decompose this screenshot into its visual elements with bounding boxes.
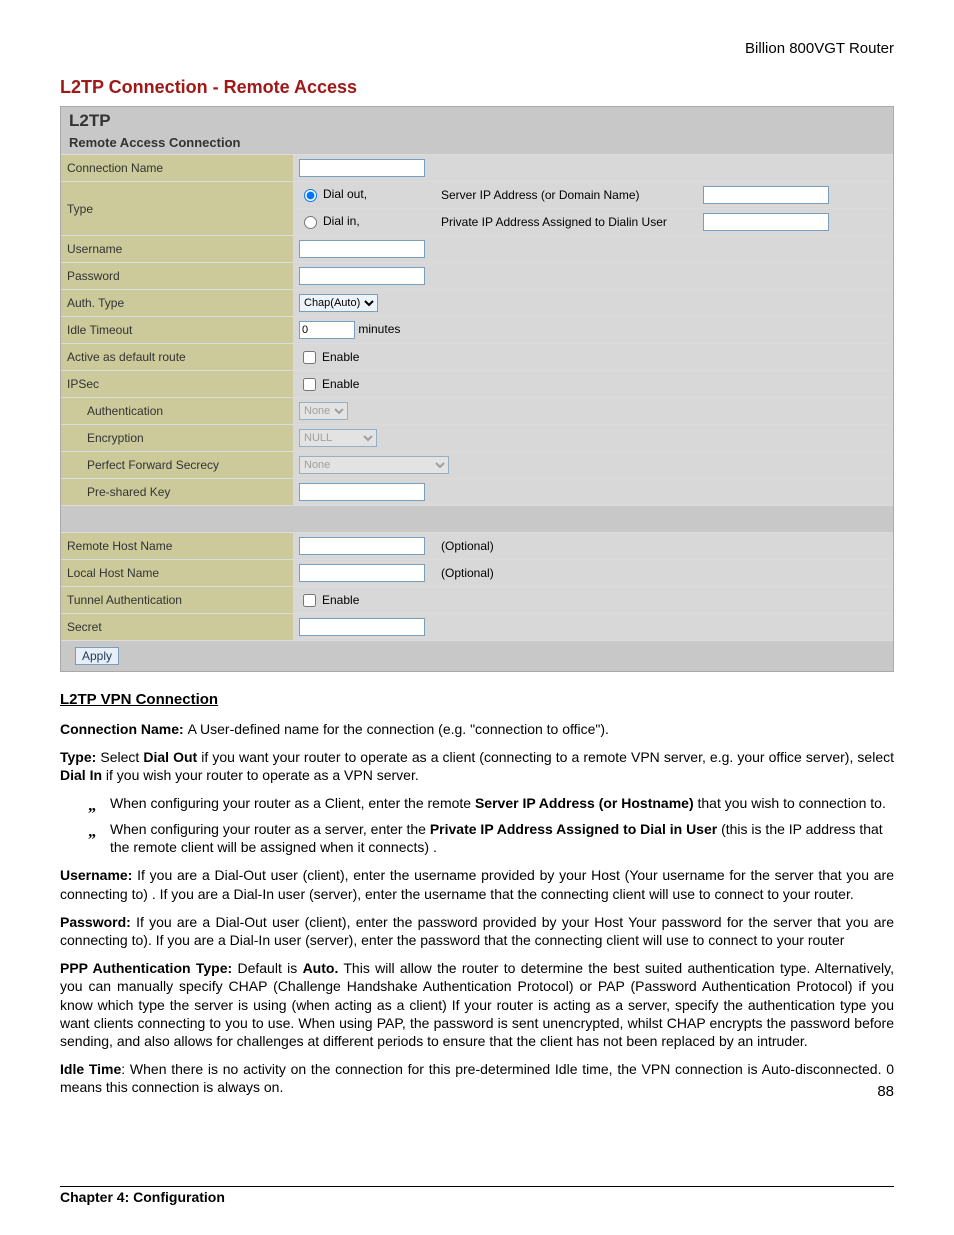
doc-username: Username: If you are a Dial-Out user (cl… <box>60 866 894 902</box>
label-tunnel-auth: Tunnel Authentication <box>61 587 293 614</box>
label-type: Type <box>61 182 293 236</box>
local-host-optional: (Optional) <box>435 560 893 587</box>
doc-ppp-auth: PPP Authentication Type: Default is Auto… <box>60 959 894 1050</box>
config-table: Connection Name Type Dial out, Server IP… <box>61 154 893 671</box>
page-title: L2TP Connection - Remote Access <box>60 77 894 98</box>
minutes-label: minutes <box>358 322 400 336</box>
idle-timeout-input[interactable] <box>299 321 355 339</box>
local-host-input[interactable] <box>299 564 425 582</box>
label-idle-timeout: Idle Timeout <box>61 317 293 344</box>
label-auth-type: Auth. Type <box>61 290 293 317</box>
secret-input[interactable] <box>299 618 425 636</box>
dial-in-radio[interactable]: Dial in, <box>299 213 360 229</box>
remote-host-input[interactable] <box>299 537 425 555</box>
doc-section: L2TP VPN Connection Connection Name: A U… <box>60 690 894 1097</box>
pfs-select: None <box>299 456 449 474</box>
authentication-select: None <box>299 402 348 420</box>
server-ip-input[interactable] <box>703 186 829 204</box>
private-ip-input[interactable] <box>703 213 829 231</box>
label-connection-name: Connection Name <box>61 155 293 182</box>
dial-out-desc: Server IP Address (or Domain Name) <box>435 182 697 209</box>
label-authentication: Authentication <box>61 398 293 425</box>
connection-name-input[interactable] <box>299 159 425 177</box>
l2tp-panel: L2TP Remote Access Connection Connection… <box>60 106 894 672</box>
doc-type: Type: Select Dial Out if you want your r… <box>60 748 894 784</box>
tunnel-auth-checkbox[interactable]: Enable <box>299 591 359 610</box>
encryption-select: NULL <box>299 429 377 447</box>
product-header: Billion 800VGT Router <box>60 40 894 57</box>
doc-password: Password: If you are a Dial-Out user (cl… <box>60 913 894 949</box>
label-username: Username <box>61 236 293 263</box>
dial-in-desc: Private IP Address Assigned to Dialin Us… <box>435 209 697 236</box>
password-input[interactable] <box>299 267 425 285</box>
dial-out-radio[interactable]: Dial out, <box>299 186 367 202</box>
page-footer: Chapter 4: Configuration <box>60 1186 894 1205</box>
psk-input[interactable] <box>299 483 425 501</box>
label-remote-host: Remote Host Name <box>61 533 293 560</box>
label-encryption: Encryption <box>61 425 293 452</box>
panel-subtitle: Remote Access Connection <box>61 133 893 154</box>
label-ipsec: IPSec <box>61 371 293 398</box>
label-password: Password <box>61 263 293 290</box>
doc-section-head: L2TP VPN Connection <box>60 690 894 710</box>
ipsec-checkbox[interactable]: Enable <box>299 375 359 394</box>
doc-bullet-2: “ When configuring your router as a serv… <box>88 820 894 856</box>
apply-button[interactable]: Apply <box>75 647 119 665</box>
label-secret: Secret <box>61 614 293 641</box>
auth-type-select[interactable]: Chap(Auto) <box>299 294 378 312</box>
username-input[interactable] <box>299 240 425 258</box>
label-pfs: Perfect Forward Secrecy <box>61 452 293 479</box>
page-number: 88 <box>60 1083 894 1100</box>
label-psk: Pre-shared Key <box>61 479 293 506</box>
label-default-route: Active as default route <box>61 344 293 371</box>
panel-title: L2TP <box>61 107 893 133</box>
doc-bullet-1: “ When configuring your router as a Clie… <box>88 794 894 814</box>
quote-bullet-icon: “ <box>88 824 96 840</box>
label-local-host: Local Host Name <box>61 560 293 587</box>
default-route-checkbox[interactable]: Enable <box>299 348 359 367</box>
footer-chapter: Chapter 4: Configuration <box>60 1189 225 1205</box>
doc-connection-name: Connection Name: A User-defined name for… <box>60 720 894 738</box>
remote-host-optional: (Optional) <box>435 533 893 560</box>
quote-bullet-icon: “ <box>88 798 96 814</box>
